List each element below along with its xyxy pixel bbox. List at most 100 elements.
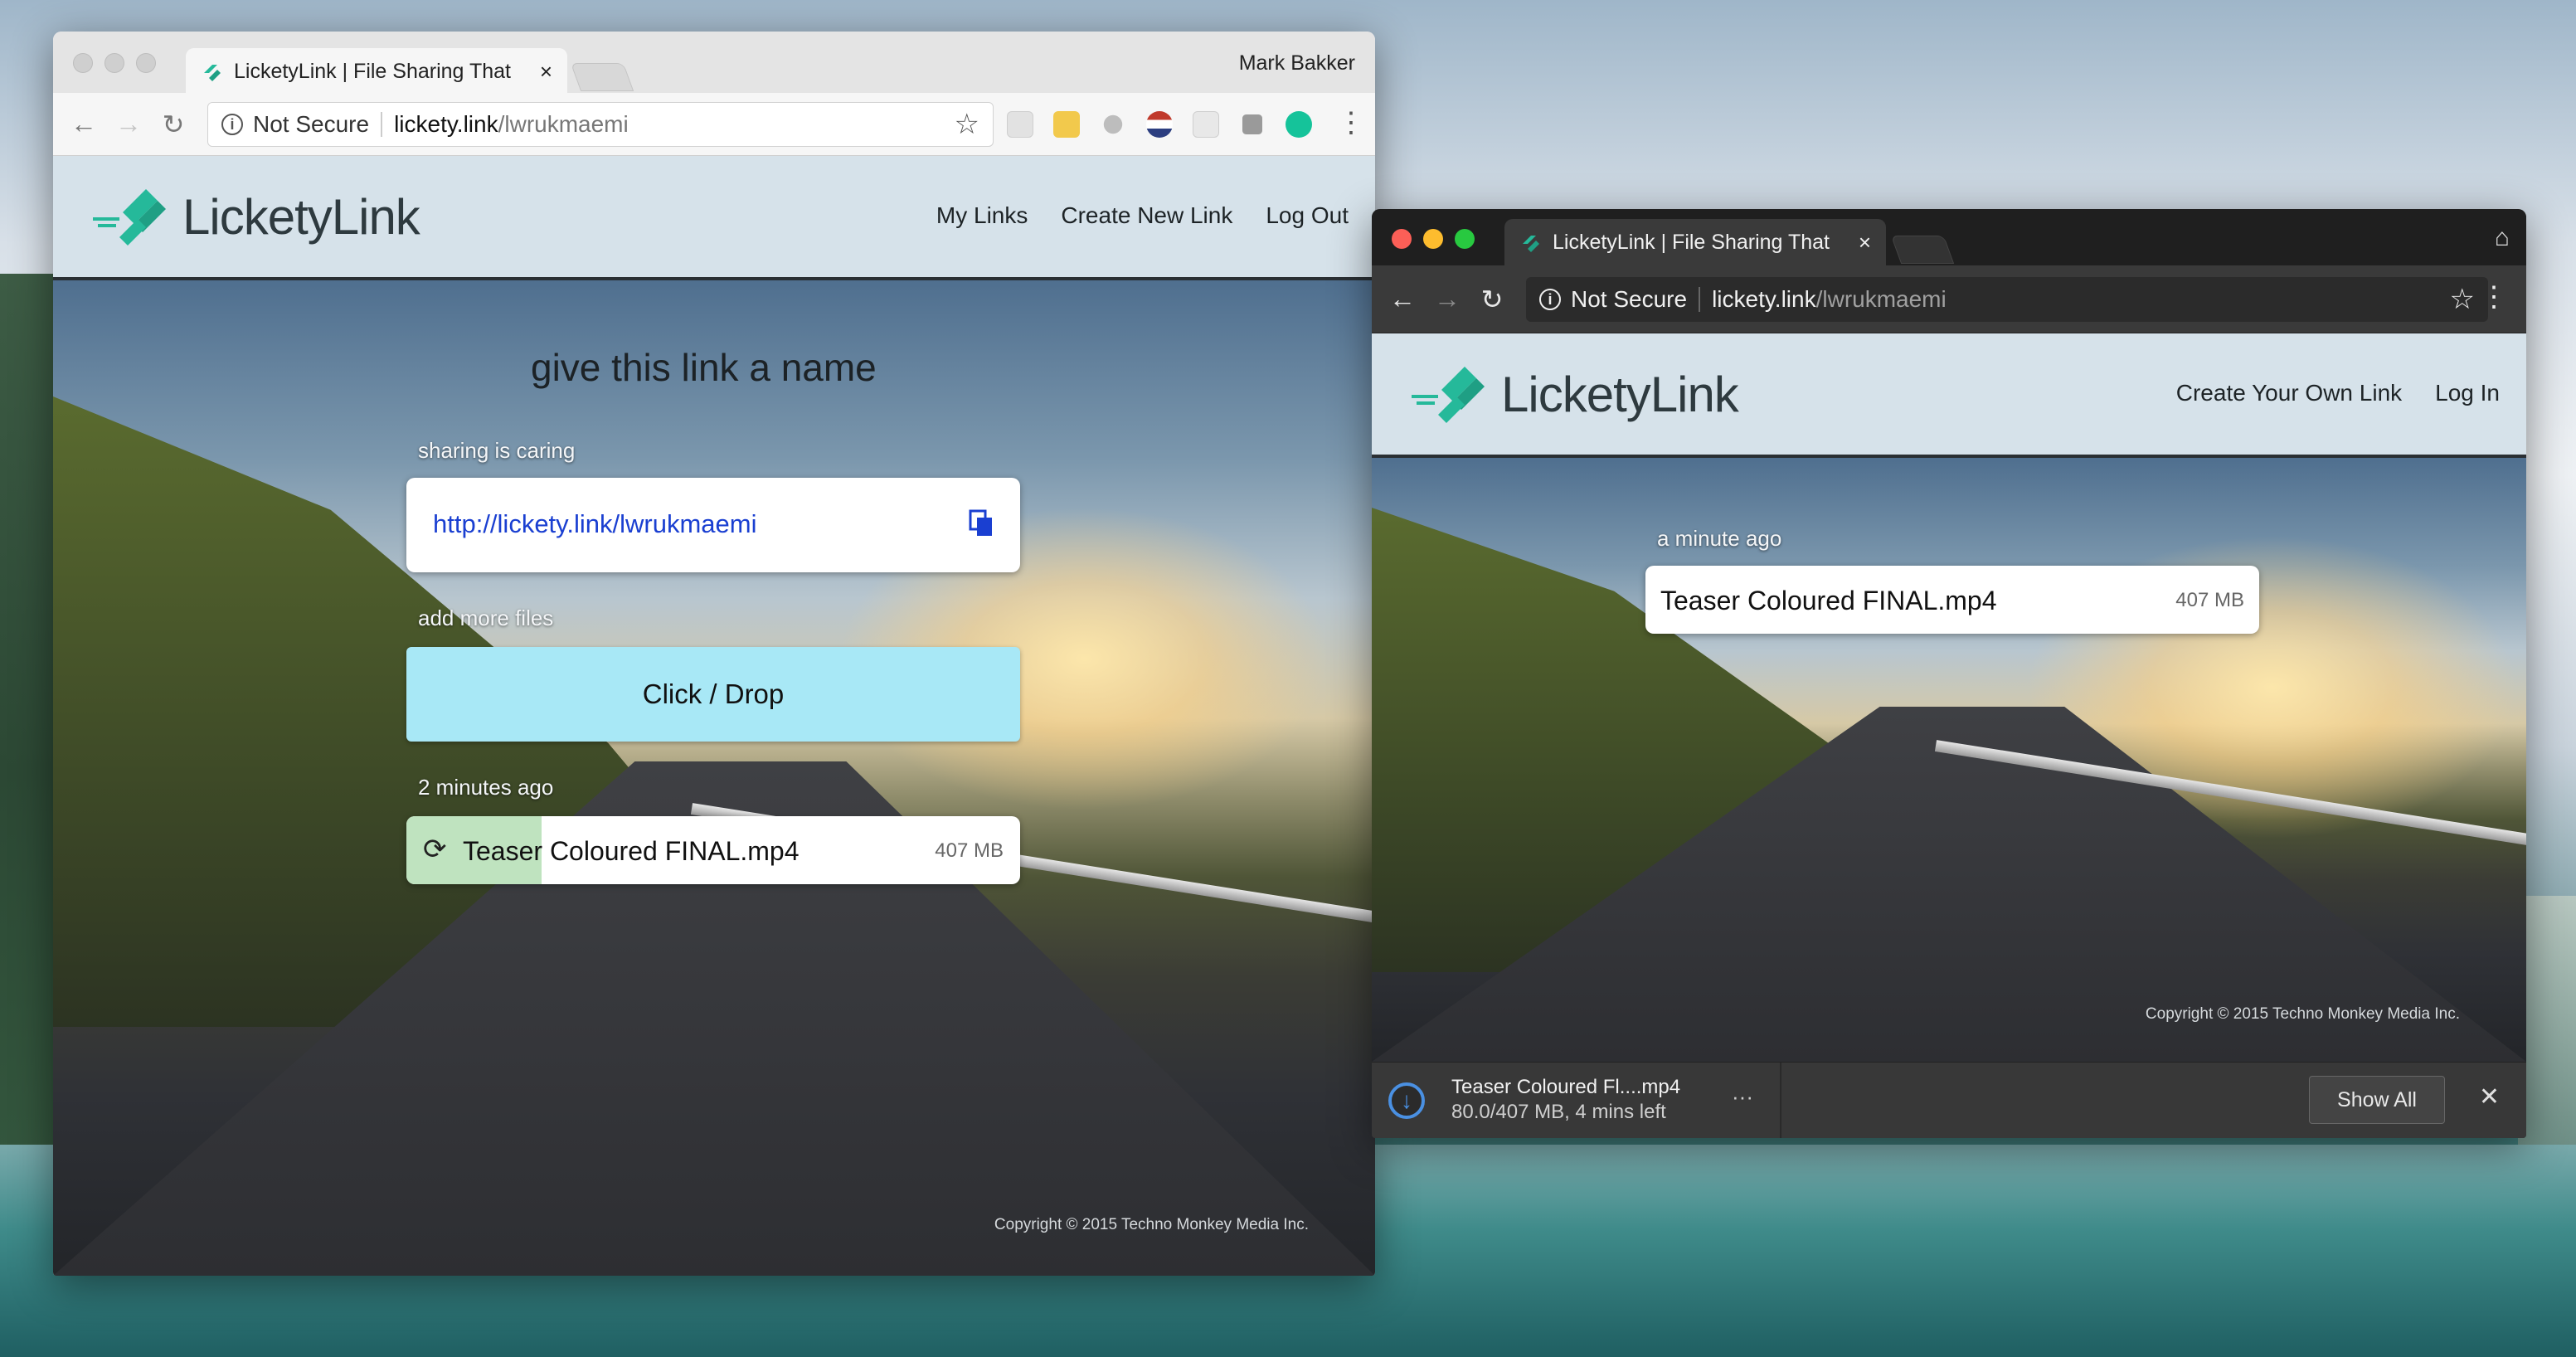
new-tab-button[interactable] — [570, 63, 634, 91]
info-icon: i — [1539, 289, 1561, 310]
file-drop-zone[interactable]: Click / Drop — [406, 647, 1020, 742]
browser-menu-icon[interactable]: ⋮ — [1337, 106, 1365, 139]
link-name-heading[interactable]: give this link a name — [531, 345, 877, 390]
right-browser-window: LicketyLink | File Sharing That × ⌂ ← → … — [1372, 209, 2526, 1138]
logo-text: LicketyLink — [182, 188, 420, 245]
share-link-url[interactable]: http://lickety.link/lwrukmaemi — [433, 509, 756, 539]
minimize-window-button[interactable] — [104, 53, 124, 73]
sync-icon: ⟳ — [423, 834, 447, 865]
show-all-label: Show All — [2337, 1087, 2417, 1111]
browser-menu-icon[interactable]: ⋮ — [2480, 280, 2508, 314]
file-size: 407 MB — [2175, 589, 2244, 611]
lickety-logo-icon — [1412, 367, 1485, 423]
omnibox-separator — [1699, 287, 1701, 312]
extension-flag-icon[interactable] — [1146, 111, 1173, 138]
right-toolbar: ← → ↻ i Not Secure lickety.link /lwrukma… — [1372, 265, 2526, 333]
close-window-button[interactable] — [1392, 229, 1412, 249]
extension-notes-icon[interactable] — [1053, 111, 1080, 138]
nav-create-your-own-link[interactable]: Create Your Own Link — [2176, 380, 2402, 406]
info-icon: i — [221, 114, 243, 135]
profile-name[interactable]: Mark Bakker — [1239, 51, 1355, 75]
copyright-text: Copyright © 2015 Techno Monkey Media Inc… — [994, 1216, 1309, 1233]
lickety-logo-icon — [93, 189, 166, 246]
right-site-header: LicketyLink Create Your Own Link Log In — [1372, 333, 2526, 458]
left-hero-background: give this link a name sharing is caring … — [53, 280, 1375, 1276]
copyright-text: Copyright © 2015 Techno Monkey Media Inc… — [2145, 1005, 2460, 1023]
add-files-label: add more files — [418, 606, 554, 630]
security-label: Not Secure — [1571, 286, 1688, 312]
right-hero-background: a minute ago Teaser Coloured FINAL.mp4 4… — [1372, 458, 2526, 1062]
close-download-bar-icon[interactable]: ✕ — [2479, 1082, 2500, 1111]
copy-clipboard-icon[interactable] — [969, 509, 994, 537]
grammarly-icon[interactable] — [1286, 111, 1312, 138]
reload-icon[interactable]: ↻ — [1470, 284, 1514, 315]
address-bar[interactable]: i Not Secure lickety.link /lwrukmaemi ☆ — [1526, 277, 2488, 322]
logo-text: LicketyLink — [1501, 366, 1739, 422]
extension-camera-icon[interactable] — [1103, 114, 1123, 134]
desktop-trees — [0, 274, 58, 1269]
left-site-header: LicketyLink My Links Create New Link Log… — [53, 156, 1375, 280]
upload-time-label: a minute ago — [1657, 526, 1782, 551]
site-logo[interactable]: LicketyLink — [1405, 357, 1739, 431]
nav-log-in[interactable]: Log In — [2435, 380, 2500, 406]
file-size: 407 MB — [935, 839, 1004, 862]
nav-my-links[interactable]: My Links — [936, 202, 1028, 229]
left-toolbar: ← → ↻ i Not Secure lickety.link /lwrukma… — [53, 93, 1375, 156]
omnibox-separator — [381, 112, 383, 137]
left-browser-window: LicketyLink | File Sharing That × Mark B… — [53, 32, 1375, 1276]
security-label: Not Secure — [253, 111, 370, 137]
url-host: lickety.link — [394, 111, 498, 137]
forward-icon[interactable]: → — [1425, 284, 1470, 314]
tab-title: LicketyLink | File Sharing That — [234, 59, 511, 83]
url-path: /lwrukmaemi — [498, 111, 629, 137]
left-titlebar: LicketyLink | File Sharing That × Mark B… — [53, 32, 1375, 95]
file-name-part-a: Teaser — [463, 836, 543, 866]
right-titlebar: LicketyLink | File Sharing That × ⌂ — [1372, 209, 2526, 265]
file-name: Teaser Coloured FINAL.mp4 — [463, 836, 800, 867]
file-name: Teaser Coloured FINAL.mp4 — [1660, 586, 1997, 615]
browser-tab-active[interactable]: LicketyLink | File Sharing That × — [1504, 219, 1886, 265]
back-icon[interactable]: ← — [1380, 284, 1425, 314]
site-nav: Create Your Own Link Log In — [2176, 380, 2500, 406]
extensions-area: ⋮ — [1007, 107, 1372, 139]
nav-log-out[interactable]: Log Out — [1266, 202, 1349, 229]
download-more-icon[interactable]: ··· — [1732, 1084, 1753, 1110]
download-file-name: Teaser Coloured Fl....mp4 — [1451, 1076, 1681, 1098]
tab-close-icon[interactable]: × — [540, 59, 552, 85]
extension-page-icon[interactable] — [1193, 111, 1219, 138]
address-bar[interactable]: i Not Secure lickety.link /lwrukmaemi ☆ — [207, 102, 994, 147]
download-item[interactable]: ↓ Teaser Coloured Fl....mp4 80.0/407 MB,… — [1372, 1063, 1781, 1138]
browser-tab-active[interactable]: LicketyLink | File Sharing That × — [186, 48, 567, 95]
maximize-window-button[interactable] — [1455, 229, 1475, 249]
close-window-button[interactable] — [73, 53, 93, 73]
site-logo[interactable]: LicketyLink — [86, 179, 420, 254]
site-nav: My Links Create New Link Log Out — [936, 202, 1349, 229]
download-progress-icon: ↓ — [1388, 1082, 1425, 1119]
file-name-part-b: Coloured FINAL.mp4 — [542, 836, 800, 866]
bookmark-star-icon[interactable]: ☆ — [955, 108, 979, 141]
drop-zone-label: Click / Drop — [642, 678, 785, 709]
extension-code-icon[interactable] — [1007, 111, 1033, 138]
share-link-box[interactable]: http://lickety.link/lwrukmaemi — [406, 478, 1020, 572]
back-icon[interactable]: ← — [61, 109, 106, 139]
lickety-favicon-icon — [204, 65, 221, 81]
show-all-button[interactable]: Show All — [2309, 1076, 2445, 1124]
tab-close-icon[interactable]: × — [1859, 230, 1871, 255]
tab-title: LicketyLink | File Sharing That — [1553, 230, 1830, 254]
download-progress-text: 80.0/407 MB, 4 mins left — [1451, 1101, 1666, 1123]
desktop-hills — [2518, 896, 2576, 1145]
maximize-window-button[interactable] — [136, 53, 156, 73]
extension-puzzle-icon[interactable] — [1242, 114, 1262, 134]
download-bar: ↓ Teaser Coloured Fl....mp4 80.0/407 MB,… — [1372, 1062, 2526, 1138]
shared-file-row[interactable]: Teaser Coloured FINAL.mp4 407 MB — [1645, 566, 2259, 634]
url-path: /lwrukmaemi — [1815, 286, 1947, 312]
url-host: lickety.link — [1712, 286, 1816, 312]
nav-create-new-link[interactable]: Create New Link — [1061, 202, 1232, 229]
reload-icon[interactable]: ↻ — [151, 109, 196, 140]
minimize-window-button[interactable] — [1423, 229, 1443, 249]
uploaded-file-row[interactable]: ⟳ Teaser Coloured FINAL.mp4 407 MB — [406, 816, 1020, 884]
forward-icon[interactable]: → — [106, 109, 151, 139]
new-tab-button[interactable] — [1890, 236, 1955, 264]
bookmark-star-icon[interactable]: ☆ — [2450, 283, 2475, 316]
share-label: sharing is caring — [418, 438, 576, 463]
